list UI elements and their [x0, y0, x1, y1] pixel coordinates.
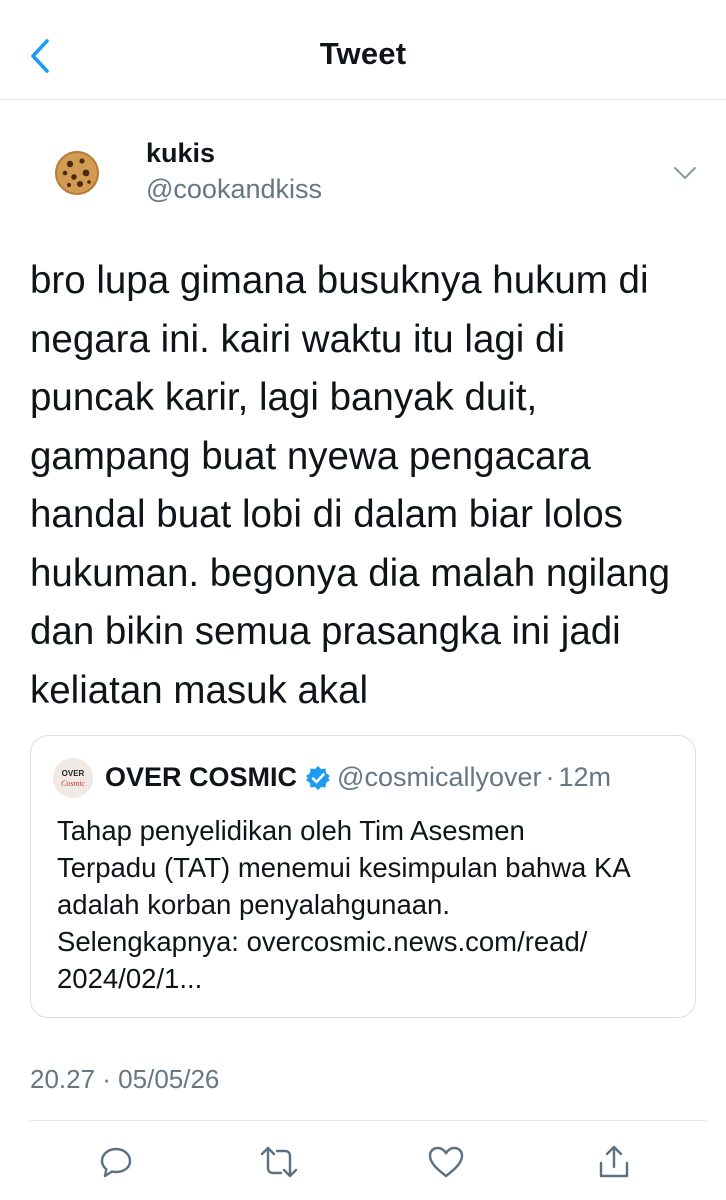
page-title: Tweet: [319, 36, 407, 71]
reply-button[interactable]: [96, 1142, 136, 1182]
tweet-text: bro lupa gimana busuknya hukum di negara…: [30, 259, 670, 712]
retweet-button[interactable]: [259, 1142, 299, 1182]
quoted-header: OVER COSMIC @cosmicallyover · 12m: [105, 762, 611, 793]
chevron-down-icon: [674, 167, 696, 179]
quoted-time: 12m: [558, 762, 612, 792]
cookie-avatar: [50, 146, 104, 200]
svg-text:Cosmic: Cosmic: [61, 779, 85, 788]
separator-dot: ·: [545, 762, 555, 792]
tweet-timestamp: 20.27 · 05/05/26: [30, 1064, 220, 1094]
like-button[interactable]: [426, 1142, 466, 1182]
quoted-tweet-text: Tahap penyelidikan oleh Tim Asesmen Terp…: [57, 815, 631, 994]
quoted-avatar: OVER Cosmic: [53, 758, 93, 798]
share-button[interactable]: [594, 1142, 634, 1182]
share-icon: [599, 1145, 629, 1178]
svg-text:OVER: OVER: [62, 769, 85, 778]
top-bar: Tweet: [0, 0, 726, 100]
author-name[interactable]: kukis: [146, 138, 215, 169]
quoted-author-handle: @cosmicallyover: [337, 762, 542, 792]
quoted-author-name: OVER COSMIC: [105, 762, 298, 792]
more-options-button[interactable]: [668, 160, 702, 186]
avatar[interactable]: [50, 146, 104, 200]
author-handle[interactable]: @cookandkiss: [146, 174, 322, 205]
divider: [30, 1120, 706, 1121]
quoted-tweet-card[interactable]: OVER Cosmic OVER COSMIC @cosmicallyover …: [30, 735, 696, 1018]
reply-icon: [100, 1147, 132, 1178]
verified-badge-icon: [305, 765, 331, 791]
overcosmic-logo: OVER Cosmic: [53, 758, 93, 798]
like-icon: [428, 1146, 464, 1178]
retweet-icon: [260, 1146, 298, 1178]
